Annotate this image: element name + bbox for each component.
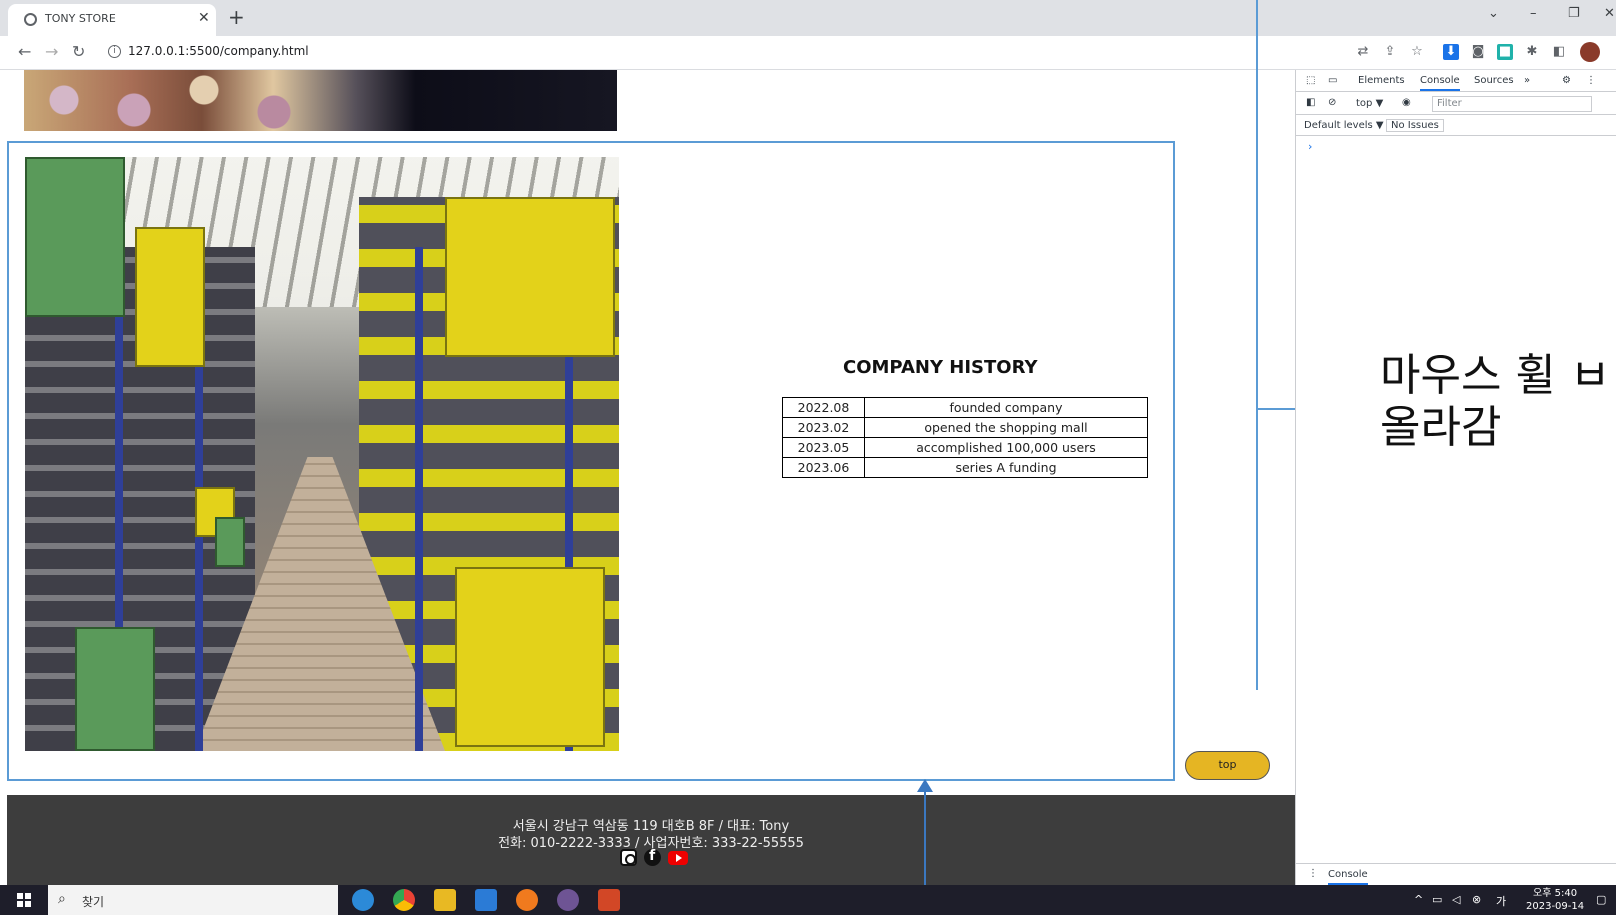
table-row: 2023.05 accomplished 100,000 users xyxy=(782,437,1148,458)
address-toolbar: ← → ↻ i 127.0.0.1:5500/company.html ⇄ ⇪ … xyxy=(0,36,1616,70)
clear-console-icon[interactable]: ⊘ xyxy=(1328,97,1336,108)
clock-time: 오후 5:40 xyxy=(1533,888,1578,899)
history-date: 2022.08 xyxy=(782,397,865,418)
github-icon[interactable] xyxy=(557,889,579,911)
filter-input[interactable]: Filter xyxy=(1432,96,1592,112)
facebook-icon[interactable] xyxy=(644,848,662,866)
table-row: 2023.02 opened the shopping mall xyxy=(782,417,1148,438)
site-footer: 서울시 강남구 역삼동 119 대호B 8F / 대표: Tony 전화: 01… xyxy=(7,795,1295,885)
warehouse-image xyxy=(25,157,619,751)
star-icon[interactable]: ☆ xyxy=(1409,44,1425,60)
previous-section-image xyxy=(24,70,617,131)
console-toolbar: ◧ ⊘ top ▼ ◉ Filter xyxy=(1296,93,1616,115)
history-event: opened the shopping mall xyxy=(864,417,1148,438)
avatar[interactable] xyxy=(1580,42,1600,62)
tab-title: TONY STORE xyxy=(45,12,116,25)
annotation-vertical-line xyxy=(1256,0,1258,690)
gear-icon[interactable]: ⚙ xyxy=(1562,75,1571,86)
inspect-icon[interactable]: ⬚ xyxy=(1306,75,1315,86)
vscode-icon[interactable] xyxy=(475,889,497,911)
address-bar-url[interactable]: 127.0.0.1:5500/company.html xyxy=(128,44,309,58)
tray-status-icon[interactable]: ⊗ xyxy=(1472,893,1481,906)
eye-icon[interactable]: ◉ xyxy=(1402,97,1411,108)
history-event: accomplished 100,000 users xyxy=(864,437,1148,458)
chrome-icon[interactable] xyxy=(393,889,415,911)
network-icon[interactable]: ▭ xyxy=(1432,893,1442,906)
history-table: 2022.08 founded company 2023.02 opened t… xyxy=(782,397,1148,478)
close-window-button[interactable]: ✕ xyxy=(1604,6,1615,21)
more-options-icon[interactable]: ⋮ xyxy=(1586,75,1596,86)
devtools-panel: ⬚ ▭ Elements Console Sources » ⚙ ⋮ ◧ ⊘ t… xyxy=(1295,70,1616,885)
annotation-note: 마우스 휠 ㅂ 올라감 xyxy=(1380,350,1611,453)
taskbar-search[interactable]: ⌕ 찾기 xyxy=(48,885,338,915)
camera-extension-icon[interactable]: ◙ xyxy=(1470,44,1486,60)
scroll-top-button[interactable]: top xyxy=(1185,751,1270,780)
instagram-icon[interactable] xyxy=(620,849,637,866)
search-label: 찾기 xyxy=(82,895,105,909)
table-row: 2022.08 founded company xyxy=(782,397,1148,418)
firefox-icon[interactable] xyxy=(516,889,538,911)
close-tab-icon[interactable]: ✕ xyxy=(198,10,210,26)
history-title: COMPANY HISTORY xyxy=(843,357,1038,378)
context-selector[interactable]: top ▼ xyxy=(1356,98,1383,109)
tab-console[interactable]: Console xyxy=(1420,75,1460,91)
tab-search-icon[interactable]: ⌄ xyxy=(1488,6,1499,21)
reload-icon[interactable]: ↻ xyxy=(72,42,85,61)
history-event: series A funding xyxy=(864,457,1148,478)
devtools-drawer: ⋮ Console xyxy=(1296,863,1616,885)
table-row: 2023.06 series A funding xyxy=(782,457,1148,478)
powerpoint-icon[interactable] xyxy=(598,889,620,911)
devtools-tab-bar: ⬚ ▭ Elements Console Sources » ⚙ ⋮ xyxy=(1296,70,1616,92)
annotation-arrow-head xyxy=(917,779,933,792)
tray-chevron-icon[interactable]: ^ xyxy=(1414,893,1423,906)
tab-elements[interactable]: Elements xyxy=(1358,75,1405,86)
youtube-icon[interactable] xyxy=(668,851,689,865)
issues-button[interactable]: No Issues xyxy=(1386,119,1444,132)
console-levels-bar: Default levels ▼ No Issues xyxy=(1296,116,1616,136)
history-date: 2023.05 xyxy=(782,437,865,458)
file-explorer-icon[interactable] xyxy=(434,889,456,911)
globe-icon xyxy=(24,13,37,26)
ime-icon[interactable]: 가 xyxy=(1496,893,1506,909)
history-date: 2023.02 xyxy=(782,417,865,438)
minimize-button[interactable]: – xyxy=(1530,6,1537,21)
social-links xyxy=(620,848,691,867)
windows-start-icon[interactable] xyxy=(17,893,31,907)
site-info-icon[interactable]: i xyxy=(108,45,121,58)
notification-icon[interactable]: ▢ xyxy=(1596,893,1606,906)
taskbar-clock[interactable]: 오후 5:40 2023-09-14 xyxy=(1526,887,1584,913)
translate-icon[interactable]: ⇄ xyxy=(1355,44,1371,60)
new-tab-button[interactable]: + xyxy=(228,5,245,29)
search-icon: ⌕ xyxy=(58,891,66,907)
restore-button[interactable]: ❐ xyxy=(1568,6,1580,21)
download-extension-icon[interactable]: ⬇ xyxy=(1443,44,1459,60)
share-icon[interactable]: ⇪ xyxy=(1382,44,1398,60)
browser-tab-strip: TONY STORE ✕ + ⌄ – ❐ ✕ xyxy=(0,0,1616,36)
extensions-puzzle-icon[interactable]: ✱ xyxy=(1524,44,1540,60)
tab-sources[interactable]: Sources xyxy=(1474,75,1514,86)
company-section: COMPANY HISTORY 2022.08 founded company … xyxy=(7,141,1175,781)
history-date: 2023.06 xyxy=(782,457,865,478)
volume-icon[interactable]: ◁ xyxy=(1452,893,1460,906)
windows-taskbar: ⌕ 찾기 ^ ▭ ◁ ⊗ 가 오후 5:40 2023-09-14 ▢ xyxy=(0,885,1616,915)
history-event: founded company xyxy=(864,397,1148,418)
page-viewport: COMPANY HISTORY 2022.08 founded company … xyxy=(0,70,1295,885)
default-levels-dropdown[interactable]: Default levels ▼ xyxy=(1304,120,1384,131)
console-prompt[interactable]: › xyxy=(1308,140,1312,153)
side-panel-icon[interactable]: ◧ xyxy=(1551,44,1567,60)
clock-date: 2023-09-14 xyxy=(1526,901,1585,912)
forward-arrow-icon[interactable]: → xyxy=(45,42,58,61)
back-arrow-icon[interactable]: ← xyxy=(18,42,31,61)
edge-icon[interactable] xyxy=(352,889,374,911)
device-toggle-icon[interactable]: ▭ xyxy=(1328,75,1337,86)
browser-tab[interactable]: TONY STORE ✕ xyxy=(8,4,216,36)
color-extension-icon[interactable]: ■ xyxy=(1497,44,1513,60)
drawer-tab-console[interactable]: Console xyxy=(1328,869,1368,885)
drawer-menu-icon[interactable]: ⋮ xyxy=(1308,868,1318,879)
sidebar-toggle-icon[interactable]: ◧ xyxy=(1306,97,1315,108)
more-tabs-button[interactable]: » xyxy=(1524,75,1530,86)
